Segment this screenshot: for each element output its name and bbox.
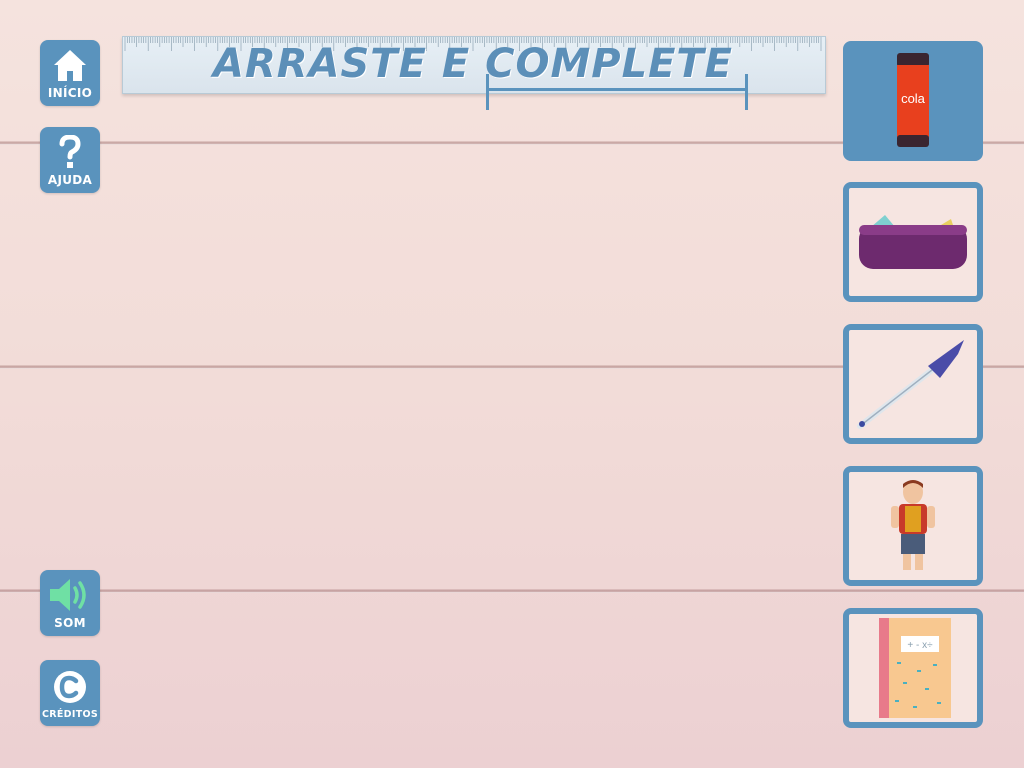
house-icon (52, 44, 88, 86)
toy-figure-icon (891, 480, 935, 570)
help-button[interactable]: AJUDA (40, 127, 100, 193)
question-mark-icon (59, 131, 81, 173)
card-glue-stick[interactable]: cola (843, 41, 983, 161)
card-pen[interactable] (843, 324, 983, 444)
card-pencil-case[interactable] (843, 182, 983, 302)
home-button[interactable]: INÍCIO (40, 40, 100, 106)
credits-button[interactable]: CRÉDITOS (40, 660, 100, 726)
card-toy-figure[interactable] (843, 466, 983, 586)
notebook-cover-text: + - x÷ (907, 640, 933, 651)
help-label: AJUDA (47, 173, 93, 187)
credits-label: CRÉDITOS (42, 709, 98, 720)
glue-stick-icon: cola (897, 53, 929, 147)
glue-label: cola (901, 91, 926, 106)
pen-icon (857, 340, 964, 429)
title-bracket (486, 74, 748, 110)
sound-button[interactable]: SOM (40, 570, 100, 636)
plank-line-3 (0, 589, 1024, 593)
sound-label: SOM (54, 616, 86, 630)
copyright-icon (52, 664, 88, 709)
speaker-icon (48, 574, 92, 616)
card-notebook[interactable]: + - x÷ (843, 608, 983, 728)
notebook-icon: + - x÷ (879, 618, 951, 718)
pencil-case-icon (859, 215, 967, 269)
home-label: INÍCIO (47, 86, 93, 100)
